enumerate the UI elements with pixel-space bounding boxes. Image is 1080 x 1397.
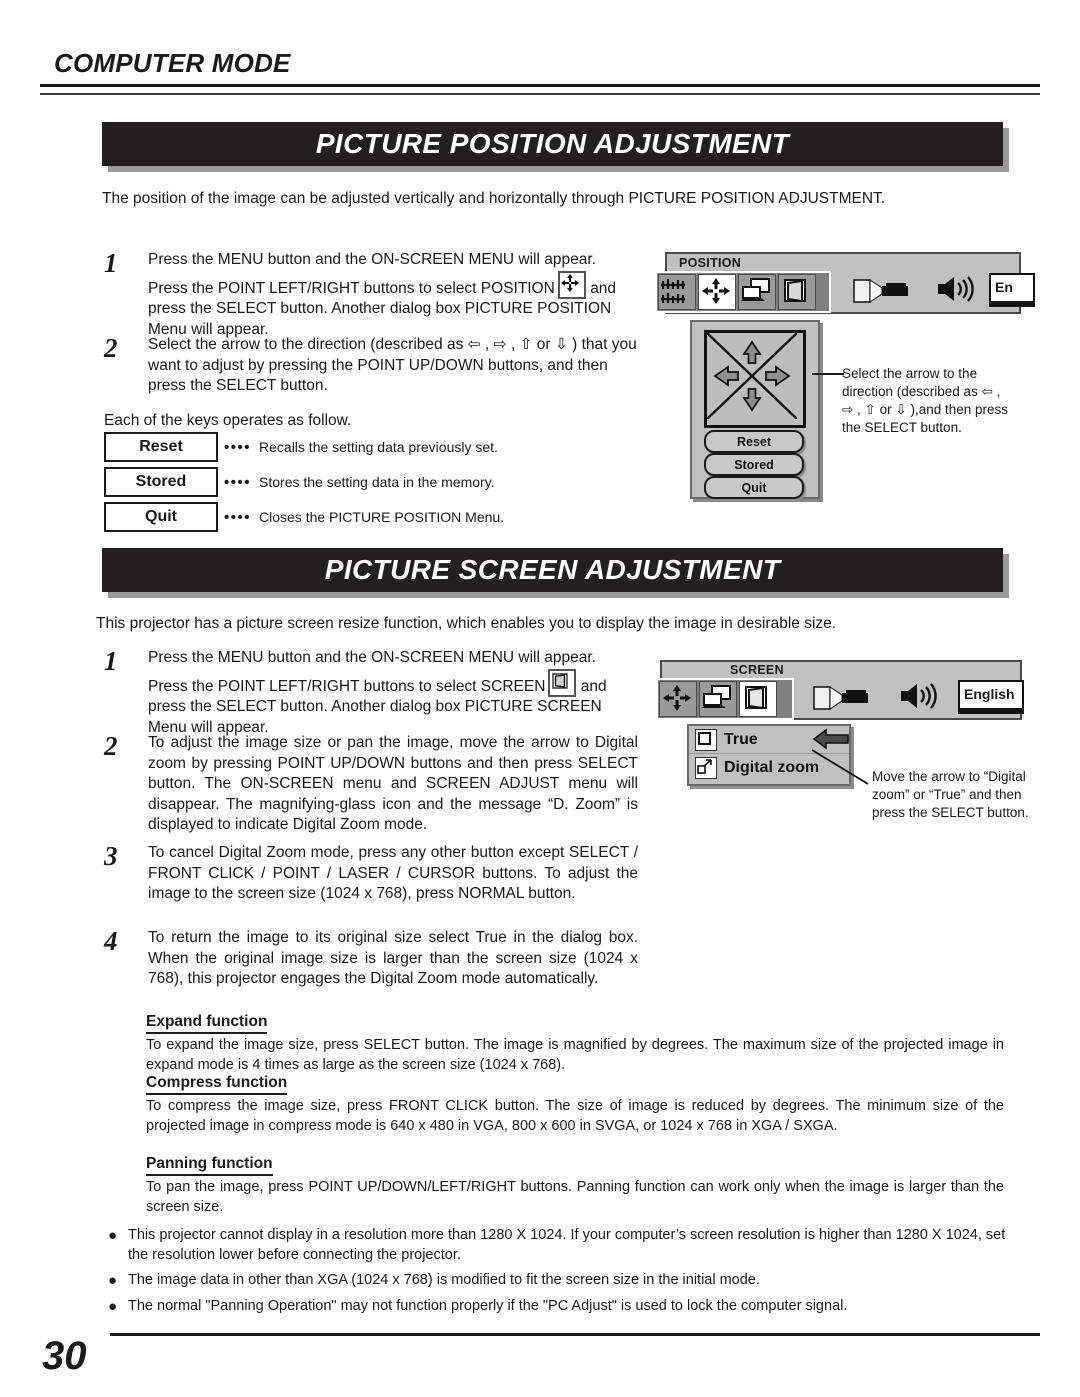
dot-leader: •••• <box>224 473 252 491</box>
screen-callout: Move the arrow to “Digital zoom” or “Tru… <box>872 769 1029 820</box>
step-text: To adjust the image size or pan the imag… <box>148 734 638 833</box>
menu-item-label: True <box>724 730 758 748</box>
keys-lead-text: Each of the keys operates as follow. <box>104 412 352 429</box>
bullet-icon: ● <box>108 1297 118 1315</box>
screen-icon <box>548 668 577 697</box>
step-number: 1 <box>104 248 118 278</box>
running-head: COMPUTER MODE <box>54 48 291 78</box>
note-text: This projector cannot display in a resol… <box>128 1227 1006 1263</box>
note-text: The image data in other than XGA (1024 x… <box>128 1272 760 1288</box>
dot-leader: •••• <box>224 508 252 526</box>
section-2-step-3: 3 To cancel Digital Zoom mode, press any… <box>104 843 638 905</box>
step-number: 4 <box>104 926 118 956</box>
key-row-stored: Stored •••• Stores the setting data in t… <box>104 467 495 497</box>
true-square-icon <box>695 728 717 751</box>
panning-function-text: To pan the image, press POINT UP/DOWN/LE… <box>146 1179 1004 1215</box>
footer-divider <box>110 1333 1040 1336</box>
position-arrows-icon <box>557 270 586 299</box>
key-row-reset: Reset •••• Recalls the setting data prev… <box>104 432 498 462</box>
section-1-step-2: 2 Select the arrow to the direction (des… <box>104 335 638 397</box>
volume-icon[interactable] <box>935 273 979 305</box>
section-2-step-4: 4 To return the image to its original si… <box>104 928 638 990</box>
reset-key-label: Reset <box>104 432 218 462</box>
compress-function-heading: Compress function <box>146 1074 288 1095</box>
position-arrows-icon[interactable] <box>659 681 697 717</box>
projector-icon[interactable] <box>812 681 874 713</box>
section-2-step-2: 2 To adjust the image size or pan the im… <box>104 733 638 836</box>
stored-key-desc: Stores the setting data in the memory. <box>259 474 495 490</box>
expand-function-text: To expand the image size, press SELECT b… <box>146 1037 1004 1073</box>
menu-item-label: Digital zoom <box>724 758 820 776</box>
quit-button[interactable]: Quit <box>704 476 804 499</box>
section-1-intro: The position of the image can be adjuste… <box>102 190 886 207</box>
step-number: 1 <box>104 646 118 676</box>
callout-2-leader <box>810 748 872 786</box>
digital-zoom-icon <box>695 756 717 779</box>
language-value: English <box>964 686 1015 702</box>
note-text: The normal "Panning Operation" may not f… <box>128 1297 848 1314</box>
notes-list: ● This projector cannot display in a res… <box>108 1226 1008 1322</box>
quit-key-label: Quit <box>104 502 218 532</box>
dot-leader: •••• <box>224 438 252 456</box>
position-callout: Select the arrow to the direction (descr… <box>842 366 1009 435</box>
expand-function-heading: Expand function <box>146 1013 268 1034</box>
step-number: 2 <box>104 731 118 761</box>
step-number: 2 <box>104 333 118 363</box>
list-item: ● The normal "Panning Operation" may not… <box>108 1297 1008 1317</box>
bullet-icon: ● <box>108 1272 118 1289</box>
compress-function-text: To compress the image size, press FRONT … <box>146 1098 1004 1134</box>
bullet-icon: ● <box>108 1227 118 1244</box>
list-item: ● The image data in other than XGA (1024… <box>108 1271 1008 1291</box>
volume-icon[interactable] <box>898 680 942 712</box>
section-2-intro: This projector has a picture screen resi… <box>96 615 837 632</box>
position-arrows-icon[interactable] <box>698 274 736 310</box>
step-text-part-a: Press the MENU button and the ON-SCREEN … <box>148 649 596 695</box>
page-number: 30 <box>42 1334 87 1378</box>
direction-pad[interactable] <box>704 330 806 428</box>
callout-1-leader <box>812 373 844 375</box>
position-osd-illustration: POSITION En <box>655 252 1035 314</box>
projector-icon[interactable] <box>852 274 914 306</box>
section-1-step-1: 1 Press the MENU button and the ON-SCREE… <box>104 250 634 340</box>
step-text: To return the image to its original size… <box>148 929 638 987</box>
osd-title-position: POSITION <box>679 256 742 270</box>
section-1-banner: PICTURE POSITION ADJUSTMENT <box>102 122 1003 166</box>
step-number: 3 <box>104 841 118 871</box>
section-2-banner: PICTURE SCREEN ADJUSTMENT <box>102 548 1003 592</box>
stored-key-label: Stored <box>104 467 218 497</box>
step-text: Press the MENU button and the ON-SCREEN … <box>148 250 634 340</box>
step-text: Press the MENU button and the ON-SCREEN … <box>148 648 638 738</box>
section-2-step-1: 1 Press the MENU button and the ON-SCREE… <box>104 648 638 738</box>
step-text-part-a: Press the MENU button and the ON-SCREEN … <box>148 251 596 297</box>
screen-icon[interactable] <box>778 274 816 310</box>
header-divider <box>40 84 1040 95</box>
reset-button[interactable]: Reset <box>704 430 804 453</box>
quit-key-desc: Closes the PICTURE POSITION Menu. <box>259 509 505 525</box>
language-value: En <box>995 279 1013 295</box>
position-dialog: Reset Stored Quit <box>690 320 820 499</box>
reset-key-desc: Recalls the setting data previously set. <box>259 439 498 455</box>
key-row-quit: Quit •••• Closes the PICTURE POSITION Me… <box>104 502 504 532</box>
screen-osd-illustration: SCREEN English <box>656 660 1024 720</box>
osd-toolbar <box>656 678 794 720</box>
step-text: Select the arrow to the direction (descr… <box>148 336 637 394</box>
osd-title-screen: SCREEN <box>730 663 784 677</box>
manual-page: COMPUTER MODE PICTURE POSITION ADJUSTMEN… <box>0 0 1080 1397</box>
computer-icon[interactable] <box>699 681 737 717</box>
screen-icon[interactable] <box>739 681 777 717</box>
language-button[interactable]: English <box>958 680 1024 710</box>
list-item: ● This projector cannot display in a res… <box>108 1226 1008 1265</box>
sliders-icon[interactable] <box>658 274 696 310</box>
step-text: To cancel Digital Zoom mode, press any o… <box>148 844 638 902</box>
panning-function-heading: Panning function <box>146 1155 273 1176</box>
osd-toolbar <box>655 271 831 313</box>
stored-button[interactable]: Stored <box>704 453 804 476</box>
computer-icon[interactable] <box>738 274 776 310</box>
language-button[interactable]: En <box>989 273 1035 303</box>
